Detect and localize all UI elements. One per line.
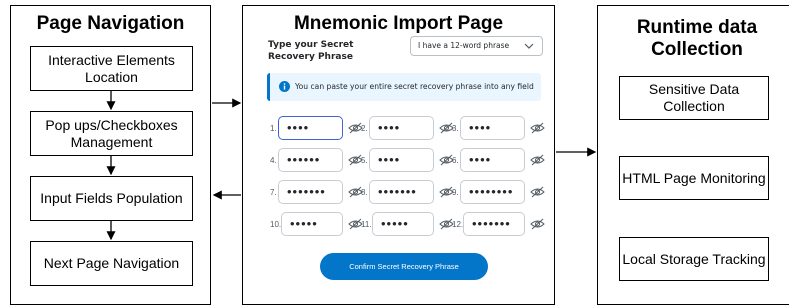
flow-arrows: [106, 91, 597, 241]
